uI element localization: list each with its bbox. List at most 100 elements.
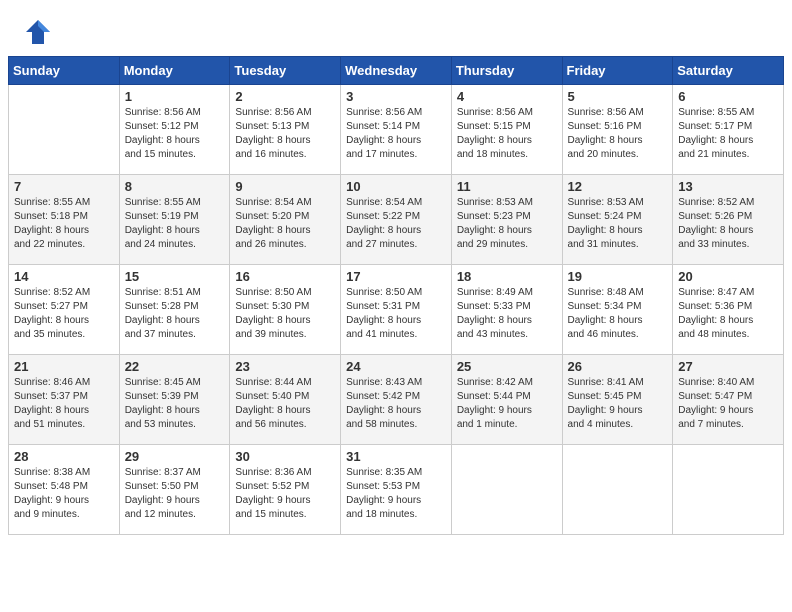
day-info: Sunrise: 8:53 AMSunset: 5:23 PMDaylight:… [457,196,557,252]
day-cell: 6Sunrise: 8:55 AMSunset: 5:17 PMDaylight… [673,85,784,175]
day-info: Sunrise: 8:48 AMSunset: 5:34 PMDaylight:… [568,286,668,342]
day-info: Sunrise: 8:36 AMSunset: 5:52 PMDaylight:… [235,466,335,522]
day-info: Sunrise: 8:55 AMSunset: 5:19 PMDaylight:… [125,196,225,252]
day-info: Sunrise: 8:56 AMSunset: 5:14 PMDaylight:… [346,106,446,162]
day-info: Sunrise: 8:56 AMSunset: 5:16 PMDaylight:… [568,106,668,162]
day-info: Sunrise: 8:52 AMSunset: 5:26 PMDaylight:… [678,196,778,252]
day-cell: 11 Sunrise: 8:53 AMSunset: 5:23 PMDayligh… [451,175,562,265]
day-number: 5 [568,89,668,104]
day-cell: 1Sunrise: 8:56 AMSunset: 5:12 PMDaylight… [119,85,230,175]
calendar-table: SundayMondayTuesdayWednesdayThursdayFrid… [8,56,784,535]
day-cell: 5 Sunrise: 8:56 AMSunset: 5:16 PMDaylight… [562,85,673,175]
day-cell: 20Sunrise: 8:47 AMSunset: 5:36 PMDayligh… [673,265,784,355]
day-cell [562,445,673,535]
day-cell: 28 Sunrise: 8:38 AMSunset: 5:48 PMDayligh… [9,445,120,535]
day-cell [9,85,120,175]
day-number: 11 [457,179,557,194]
week-row-5: 28 Sunrise: 8:38 AMSunset: 5:48 PMDayligh… [9,445,784,535]
calendar-header: SundayMondayTuesdayWednesdayThursdayFrid… [9,57,784,85]
day-info: Sunrise: 8:52 AMSunset: 5:27 PMDaylight:… [14,286,114,342]
day-info: Sunrise: 8:46 AMSunset: 5:37 PMDaylight:… [14,376,114,432]
day-cell: 29Sunrise: 8:37 AMSunset: 5:50 PMDayligh… [119,445,230,535]
day-cell: 18 Sunrise: 8:49 AMSunset: 5:33 PMDayligh… [451,265,562,355]
day-info: Sunrise: 8:40 AMSunset: 5:47 PMDaylight:… [678,376,778,432]
week-row-4: 21 Sunrise: 8:46 AMSunset: 5:37 PMDayligh… [9,355,784,445]
day-cell: 8 Sunrise: 8:55 AMSunset: 5:19 PMDaylight… [119,175,230,265]
day-cell: 16 Sunrise: 8:50 AMSunset: 5:30 PMDayligh… [230,265,341,355]
day-number: 3 [346,89,446,104]
day-info: Sunrise: 8:42 AMSunset: 5:44 PMDaylight:… [457,376,557,432]
day-info: Sunrise: 8:56 AMSunset: 5:13 PMDaylight:… [235,106,335,162]
day-number: 27 [678,359,778,374]
day-cell: 4Sunrise: 8:56 AMSunset: 5:15 PMDaylight… [451,85,562,175]
day-cell: 31 Sunrise: 8:35 AMSunset: 5:53 PMDayligh… [341,445,452,535]
day-number: 22 [125,359,225,374]
day-number: 2 [235,89,335,104]
day-info: Sunrise: 8:50 AMSunset: 5:30 PMDaylight:… [235,286,335,342]
day-cell: 12Sunrise: 8:53 AMSunset: 5:24 PMDayligh… [562,175,673,265]
day-cell: 14Sunrise: 8:52 AMSunset: 5:27 PMDayligh… [9,265,120,355]
day-cell: 27 Sunrise: 8:40 AMSunset: 5:47 PMDayligh… [673,355,784,445]
day-number: 1 [125,89,225,104]
day-cell: 19 Sunrise: 8:48 AMSunset: 5:34 PMDayligh… [562,265,673,355]
day-number: 4 [457,89,557,104]
day-info: Sunrise: 8:51 AMSunset: 5:28 PMDaylight:… [125,286,225,342]
day-number: 7 [14,179,114,194]
logo-icon [24,18,52,46]
day-cell: 2 Sunrise: 8:56 AMSunset: 5:13 PMDaylight… [230,85,341,175]
day-number: 21 [14,359,114,374]
day-cell: 30 Sunrise: 8:36 AMSunset: 5:52 PMDayligh… [230,445,341,535]
day-number: 15 [125,269,225,284]
day-cell: 10 Sunrise: 8:54 AMSunset: 5:22 PMDayligh… [341,175,452,265]
day-cell: 21 Sunrise: 8:46 AMSunset: 5:37 PMDayligh… [9,355,120,445]
day-info: Sunrise: 8:54 AMSunset: 5:20 PMDaylight:… [235,196,335,252]
day-number: 9 [235,179,335,194]
day-number: 19 [568,269,668,284]
day-number: 26 [568,359,668,374]
day-info: Sunrise: 8:38 AMSunset: 5:48 PMDaylight:… [14,466,114,522]
day-number: 13 [678,179,778,194]
day-cell: 9 Sunrise: 8:54 AMSunset: 5:20 PMDaylight… [230,175,341,265]
weekday-header-row: SundayMondayTuesdayWednesdayThursdayFrid… [9,57,784,85]
day-cell: 3 Sunrise: 8:56 AMSunset: 5:14 PMDaylight… [341,85,452,175]
day-info: Sunrise: 8:55 AMSunset: 5:17 PMDaylight:… [678,106,778,162]
logo [24,18,56,46]
weekday-monday: Monday [119,57,230,85]
day-cell [673,445,784,535]
day-info: Sunrise: 8:37 AMSunset: 5:50 PMDaylight:… [125,466,225,522]
day-cell: 26Sunrise: 8:41 AMSunset: 5:45 PMDayligh… [562,355,673,445]
day-number: 28 [14,449,114,464]
day-cell: 7 Sunrise: 8:55 AMSunset: 5:18 PMDaylight… [9,175,120,265]
day-number: 23 [235,359,335,374]
day-cell: 24Sunrise: 8:43 AMSunset: 5:42 PMDayligh… [341,355,452,445]
day-number: 16 [235,269,335,284]
day-info: Sunrise: 8:55 AMSunset: 5:18 PMDaylight:… [14,196,114,252]
day-info: Sunrise: 8:35 AMSunset: 5:53 PMDaylight:… [346,466,446,522]
day-info: Sunrise: 8:44 AMSunset: 5:40 PMDaylight:… [235,376,335,432]
page-header [0,0,792,56]
day-info: Sunrise: 8:50 AMSunset: 5:31 PMDaylight:… [346,286,446,342]
day-info: Sunrise: 8:54 AMSunset: 5:22 PMDaylight:… [346,196,446,252]
calendar-body: 1Sunrise: 8:56 AMSunset: 5:12 PMDaylight… [9,85,784,535]
day-number: 10 [346,179,446,194]
day-info: Sunrise: 8:49 AMSunset: 5:33 PMDaylight:… [457,286,557,342]
day-number: 8 [125,179,225,194]
week-row-2: 7 Sunrise: 8:55 AMSunset: 5:18 PMDaylight… [9,175,784,265]
weekday-tuesday: Tuesday [230,57,341,85]
day-info: Sunrise: 8:43 AMSunset: 5:42 PMDaylight:… [346,376,446,432]
day-number: 18 [457,269,557,284]
day-cell: 22Sunrise: 8:45 AMSunset: 5:39 PMDayligh… [119,355,230,445]
day-cell: 15 Sunrise: 8:51 AMSunset: 5:28 PMDayligh… [119,265,230,355]
weekday-thursday: Thursday [451,57,562,85]
day-number: 12 [568,179,668,194]
day-info: Sunrise: 8:47 AMSunset: 5:36 PMDaylight:… [678,286,778,342]
day-number: 31 [346,449,446,464]
day-number: 30 [235,449,335,464]
day-cell: 13 Sunrise: 8:52 AMSunset: 5:26 PMDayligh… [673,175,784,265]
week-row-1: 1Sunrise: 8:56 AMSunset: 5:12 PMDaylight… [9,85,784,175]
day-number: 17 [346,269,446,284]
weekday-friday: Friday [562,57,673,85]
week-row-3: 14Sunrise: 8:52 AMSunset: 5:27 PMDayligh… [9,265,784,355]
weekday-sunday: Sunday [9,57,120,85]
day-cell [451,445,562,535]
